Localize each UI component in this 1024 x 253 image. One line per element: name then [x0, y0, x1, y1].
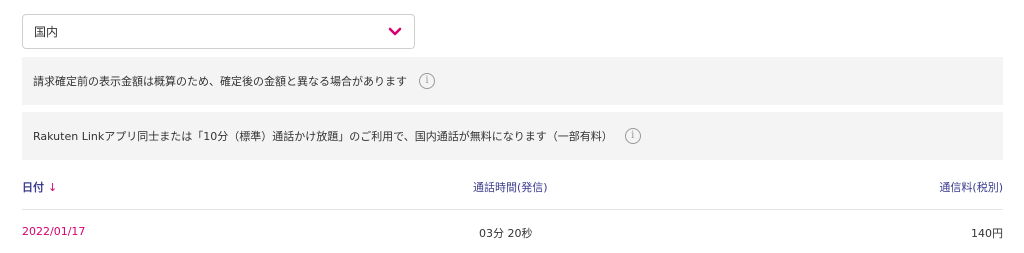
notice-estimate: 請求確定前の表示金額は概算のため、確定後の金額と異なる場合があります i [22, 57, 1003, 105]
date-header-label: 日付 [22, 181, 44, 194]
notice-text: Rakuten Linkアプリ同士または「10分（標準）通話かけ放題」のご利用で… [33, 130, 613, 143]
row-fee: 140円 [971, 227, 1003, 240]
divider [22, 209, 1003, 210]
info-icon[interactable]: i [419, 73, 435, 89]
date-column-header[interactable]: 日付 ↓ [22, 179, 57, 195]
region-select-value: 国内 [34, 25, 59, 39]
notice-free-calls: Rakuten Linkアプリ同士または「10分（標準）通話かけ放題」のご利用で… [22, 112, 1003, 160]
table-header: 日付 ↓ 通話時間(発信) 通信料(税別) [22, 177, 1003, 197]
notice-text: 請求確定前の表示金額は概算のため、確定後の金額と異なる場合があります [33, 75, 407, 88]
fee-column-header: 通信料(税別) [939, 181, 1003, 194]
region-select[interactable]: 国内 [22, 14, 415, 49]
row-date[interactable]: 2022/01/17 [22, 225, 85, 238]
sort-arrow-icon: ↓ [48, 181, 58, 194]
row-duration: 03分 20秒 [479, 227, 533, 240]
info-icon[interactable]: i [624, 128, 641, 144]
chevron-down-icon [388, 27, 402, 35]
duration-column-header: 通話時間(発信) [473, 181, 548, 194]
table-row: 2022/01/17 03分 20秒 140円 [22, 223, 1003, 241]
